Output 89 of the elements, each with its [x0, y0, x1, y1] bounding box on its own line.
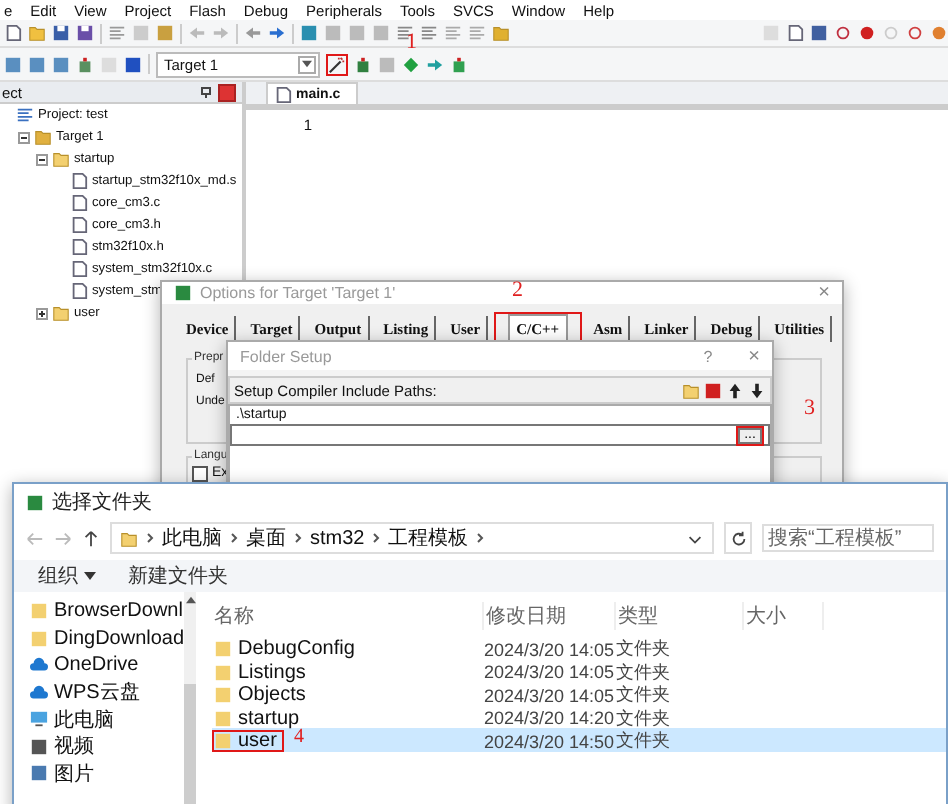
chevron-right-icon [372, 532, 381, 544]
debug-icon[interactable] [834, 24, 852, 42]
dropdown-arrow-icon[interactable] [302, 60, 312, 68]
refresh-button[interactable] [724, 522, 752, 554]
dialog-title: Options for Target 'Target 1' [200, 284, 396, 303]
annotation-number: 4 [294, 727, 304, 747]
file-row[interactable]: startup 2024/3/20 14:20文件夹 [212, 705, 946, 728]
nav-item[interactable]: BrowserDownl [30, 598, 185, 625]
help-icon[interactable]: ? [703, 347, 713, 365]
breadcrumb-item[interactable]: stm32 [310, 527, 365, 549]
modified-date: 2024/3/20 14:05 [484, 662, 616, 682]
pin-icon[interactable] [200, 86, 212, 98]
organize-button[interactable]: 组织 [38, 562, 96, 590]
column-header[interactable]: 类型 [616, 602, 744, 630]
column-header[interactable]: 名称 [212, 602, 484, 630]
file-name: Objects [238, 684, 306, 706]
nav-item[interactable]: 图片 [30, 760, 185, 787]
close-icon[interactable]: × [818, 282, 830, 305]
nav-item[interactable]: WPS云盘 [30, 679, 185, 706]
find-in-files-icon[interactable] [492, 24, 510, 42]
new-file-icon[interactable] [4, 24, 22, 42]
column-header[interactable]: 修改日期 [484, 602, 616, 630]
save-all-icon[interactable] [76, 24, 94, 42]
project-icon [16, 106, 34, 124]
file-row[interactable]: DebugConfig 2024/3/20 14:05文件夹 [212, 636, 946, 659]
uncomment-icon[interactable] [468, 24, 486, 42]
modified-date: 2024/3/20 14:20 [484, 708, 616, 728]
dialog-icon [26, 493, 44, 511]
close-button[interactable] [218, 83, 236, 101]
caret-icon[interactable] [84, 572, 96, 580]
new-folder-button[interactable]: 新建文件夹 [128, 562, 228, 590]
computer-icon [30, 710, 48, 729]
chevron-right-icon [146, 532, 154, 544]
search-field[interactable]: 搜索“工程模板” [762, 524, 934, 552]
annotation-number: 2 [512, 278, 523, 302]
new-folder-icon[interactable] [682, 381, 700, 399]
collapse-icon[interactable] [36, 153, 48, 165]
dialog-title: 选择文件夹 [52, 489, 152, 516]
modified-date: 2024/3/20 14:05 [484, 639, 616, 659]
open-folder-icon[interactable] [28, 24, 46, 42]
breadcrumb-item[interactable]: 工程模板 [388, 524, 469, 552]
file-type: 文件夹 [616, 705, 672, 731]
comment-icon[interactable] [444, 24, 462, 42]
outdent-icon[interactable] [420, 24, 438, 42]
up-arrow-icon[interactable] [726, 381, 744, 399]
modified-date: 2024/3/20 14:50 [484, 731, 616, 751]
down-arrow-icon[interactable] [748, 381, 766, 399]
scrollbar-thumb[interactable] [184, 684, 197, 804]
dialog-title: Folder Setup [240, 347, 332, 365]
file-type: 文件夹 [616, 682, 672, 708]
chevron-right-icon [230, 532, 238, 544]
file-name: DebugConfig [238, 638, 355, 660]
expand-icon[interactable] [36, 307, 48, 319]
file-row[interactable]: Objects 2024/3/20 14:05文件夹 [212, 682, 946, 705]
checkbox[interactable] [192, 465, 208, 482]
address-bar[interactable]: 此电脑 桌面 stm32 工程模板 [110, 522, 714, 554]
dialog-icon [174, 284, 192, 303]
file-type: 文件夹 [616, 728, 672, 754]
file-type: 文件夹 [616, 659, 672, 685]
refresh-icon[interactable] [729, 529, 747, 547]
breadcrumb-item[interactable]: 此电脑 [162, 524, 222, 552]
nav-item[interactable]: OneDrive [30, 652, 185, 679]
file-name: startup [238, 707, 300, 729]
file-row[interactable]: user 4 2024/3/20 14:50文件夹 [212, 728, 946, 751]
annotation-number: 3 [804, 396, 815, 420]
nav-item[interactable]: 此电脑 [30, 706, 185, 733]
forward-arrow-icon[interactable] [268, 24, 286, 42]
target-folder-icon [34, 128, 52, 146]
breadcrumb-item[interactable]: 桌面 [246, 524, 286, 552]
nav-item[interactable]: 视频 [30, 733, 185, 760]
chevron-right-icon [294, 532, 302, 544]
breakpoint-icon[interactable] [858, 24, 876, 42]
up-arrow-icon[interactable] [82, 529, 100, 547]
nav-item[interactable]: DingDownload [30, 625, 185, 652]
modified-date: 2024/3/20 14:05 [484, 685, 616, 705]
clear-breakpoints-icon[interactable] [906, 24, 924, 42]
save-icon[interactable] [52, 24, 70, 42]
scroll-up-icon[interactable] [185, 596, 196, 604]
annotation-number: 1 [406, 30, 417, 54]
file-row[interactable]: Listings 2024/3/20 14:05文件夹 [212, 659, 946, 682]
collapse-icon[interactable] [18, 131, 30, 143]
chevron-right-icon [476, 532, 485, 544]
back-arrow-icon[interactable] [244, 24, 262, 42]
file-type: 文件夹 [616, 636, 672, 662]
column-header[interactable]: 大小 [744, 602, 824, 630]
file-name: Listings [238, 661, 306, 683]
close-icon[interactable]: × [748, 345, 760, 367]
file-name: user [238, 730, 277, 752]
diamond-icon[interactable] [402, 55, 420, 73]
